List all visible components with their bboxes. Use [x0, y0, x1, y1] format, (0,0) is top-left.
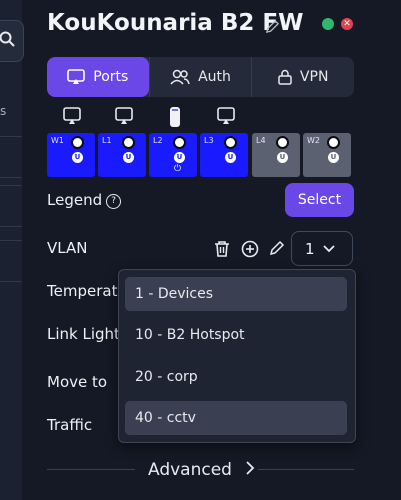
- divider: [258, 469, 354, 470]
- port-label: W2: [307, 136, 320, 145]
- trash-icon[interactable]: [213, 240, 231, 258]
- port-l2[interactable]: L2 U ⏻: [149, 133, 197, 177]
- tab-vpn[interactable]: VPN: [251, 57, 354, 97]
- screen-icon[interactable]: [62, 106, 82, 126]
- side-panel-label: s: [0, 104, 7, 118]
- screen-icon[interactable]: [114, 106, 134, 126]
- cast-icon: [67, 69, 86, 84]
- tab-auth[interactable]: Auth: [148, 57, 252, 97]
- vlan-selected-value: 1: [305, 240, 315, 258]
- port-label: L2: [153, 136, 163, 145]
- port-label: L3: [204, 136, 214, 145]
- power-icon: ⏻: [174, 164, 182, 174]
- vlan-option[interactable]: 20 - corp: [125, 360, 347, 394]
- port-label: L4: [256, 136, 266, 145]
- side-panel-item[interactable]: [0, 240, 22, 282]
- port-w2[interactable]: W2 U: [303, 133, 351, 177]
- port-status-ring: [122, 136, 135, 149]
- vlan-label: VLAN: [47, 239, 88, 257]
- untagged-badge: U: [328, 152, 339, 163]
- untagged-badge: U: [277, 152, 288, 163]
- tab-bar: Ports Auth VPN: [47, 57, 354, 97]
- temperature-label: Temperatu: [47, 282, 127, 300]
- vlan-dropdown-menu: 1 - Devices 10 - B2 Hotspot 20 - corp 40…: [118, 269, 356, 443]
- add-circle-icon[interactable]: [241, 240, 259, 258]
- port-l4[interactable]: L4 U: [252, 133, 300, 177]
- port-status-ring: [224, 136, 237, 149]
- screen-icon[interactable]: [216, 106, 236, 126]
- port-label: L1: [102, 136, 112, 145]
- port-status-ring: [276, 136, 289, 149]
- select-button[interactable]: Select: [285, 183, 354, 217]
- link-lights-label: Link Lights: [47, 325, 128, 343]
- edit-title-icon[interactable]: [265, 19, 280, 34]
- search-icon: [0, 31, 15, 47]
- vlan-actions: [213, 240, 285, 258]
- lock-icon: [278, 69, 292, 85]
- edit-icon[interactable]: [269, 240, 285, 256]
- tab-vpn-label: VPN: [299, 69, 329, 85]
- port-label: W1: [51, 136, 64, 145]
- search-button[interactable]: [0, 20, 24, 62]
- access-point-icon[interactable]: [168, 106, 182, 128]
- untagged-badge: U: [72, 152, 83, 163]
- vlan-option[interactable]: 1 - Devices: [125, 277, 347, 311]
- port-w1[interactable]: W1 U: [47, 133, 95, 177]
- chevron-down-icon: [323, 245, 335, 253]
- vlan-option[interactable]: 40 - cctv: [125, 401, 347, 435]
- untagged-badge: U: [123, 152, 134, 163]
- side-panel-item[interactable]: [0, 136, 22, 178]
- status-ok-icon: [322, 18, 334, 30]
- help-icon[interactable]: ?: [106, 194, 122, 209]
- vlan-select[interactable]: 1: [291, 231, 353, 266]
- port-status-ring: [173, 136, 186, 149]
- vlan-option[interactable]: 10 - B2 Hotspot: [125, 318, 347, 352]
- port-l1[interactable]: L1 U: [98, 133, 146, 177]
- port-status-ring: [327, 136, 340, 149]
- untagged-badge: U: [174, 152, 185, 163]
- close-icon[interactable]: ✕: [341, 18, 353, 30]
- port-status-ring: [71, 136, 84, 149]
- advanced-toggle[interactable]: Advanced: [148, 460, 255, 480]
- chevron-right-icon: [246, 461, 255, 475]
- side-panel: s: [0, 0, 24, 500]
- move-to-label: Move to: [47, 373, 108, 391]
- untagged-badge: U: [225, 152, 236, 163]
- tab-auth-label: Auth: [198, 69, 231, 85]
- divider: [47, 469, 135, 470]
- port-panel: W1 U L1 U L2 U ⏻ L3 U L4 U W2 U: [47, 106, 354, 177]
- traffic-label: Traffic: [47, 416, 93, 434]
- port-l3[interactable]: L3 U: [200, 133, 248, 177]
- tab-ports-label: Ports: [93, 69, 129, 85]
- advanced-label: Advanced: [148, 460, 232, 480]
- legend-label: Legend: [47, 191, 103, 209]
- side-panel-item[interactable]: [0, 185, 22, 227]
- users-icon: [170, 69, 190, 85]
- tab-ports[interactable]: Ports: [47, 57, 149, 97]
- legend-row: Legend?: [47, 191, 122, 209]
